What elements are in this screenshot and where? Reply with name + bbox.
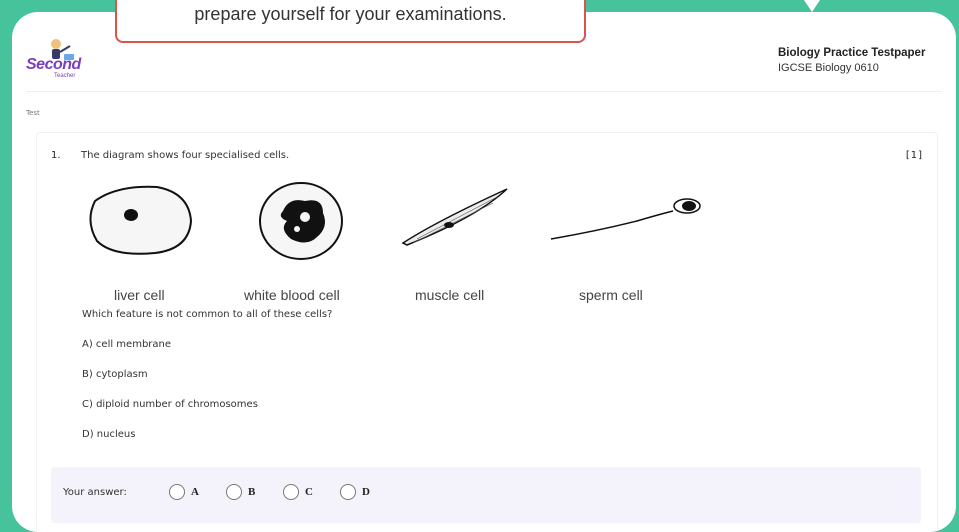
logo-sub-text: Teacher [54,73,76,79]
test-paper-card: Second Teacher Biology Practice Testpape… [12,12,956,532]
specialised-cells-diagram [89,182,701,260]
answer-radio-b[interactable] [226,484,242,500]
answer-letter-c: C [305,486,313,498]
answer-radio-c[interactable] [283,484,299,500]
answer-letter-a: A [191,486,199,498]
muscle-cell-label: muscle cell [415,287,485,303]
question-text: The diagram shows four specialised cells… [81,150,290,161]
liver-cell-label: liver cell [114,287,165,303]
banner-text: prepare yourself for your examinations. [194,4,507,24]
white-blood-cell-image [259,182,343,260]
header-divider [26,91,942,92]
option-b: B) cytoplasm [82,369,148,380]
question-card: 1. The diagram shows four specialised ce… [36,132,938,532]
option-c: C) diploid number of chromosomes [82,399,258,410]
answer-letter-b: B [248,486,256,498]
answer-radio-a[interactable] [169,484,185,500]
paper-subtitle: IGCSE Biology 0610 [778,62,879,74]
tooltip-banner: prepare yourself for your examinations. [115,0,586,43]
option-a: A) cell membrane [82,339,172,350]
answer-letter-d: D [362,486,370,498]
answer-section: Your answer: A B C D [51,467,921,523]
option-d: D) nucleus [82,429,136,440]
my-second-teacher-logo: Second Teacher [26,32,106,92]
liver-cell-image [89,185,193,255]
sperm-cell-image [550,198,701,240]
question-marks: [1] [905,150,923,161]
section-label: Test [26,109,40,117]
question-prompt: Which feature is not common to all of th… [82,309,333,320]
question-number: 1. [51,150,61,161]
answer-label: Your answer: [63,487,127,498]
tooltip-tail [804,0,820,12]
muscle-cell-image [401,188,508,246]
logo-brand-text: Second [26,56,81,73]
answer-radio-d[interactable] [340,484,356,500]
paper-title: Biology Practice Testpaper [778,47,926,59]
sperm-cell-label: sperm cell [579,287,643,303]
white-blood-cell-label: white blood cell [244,287,340,303]
paper-header: Biology Practice Testpaper IGCSE Biology… [778,47,938,74]
